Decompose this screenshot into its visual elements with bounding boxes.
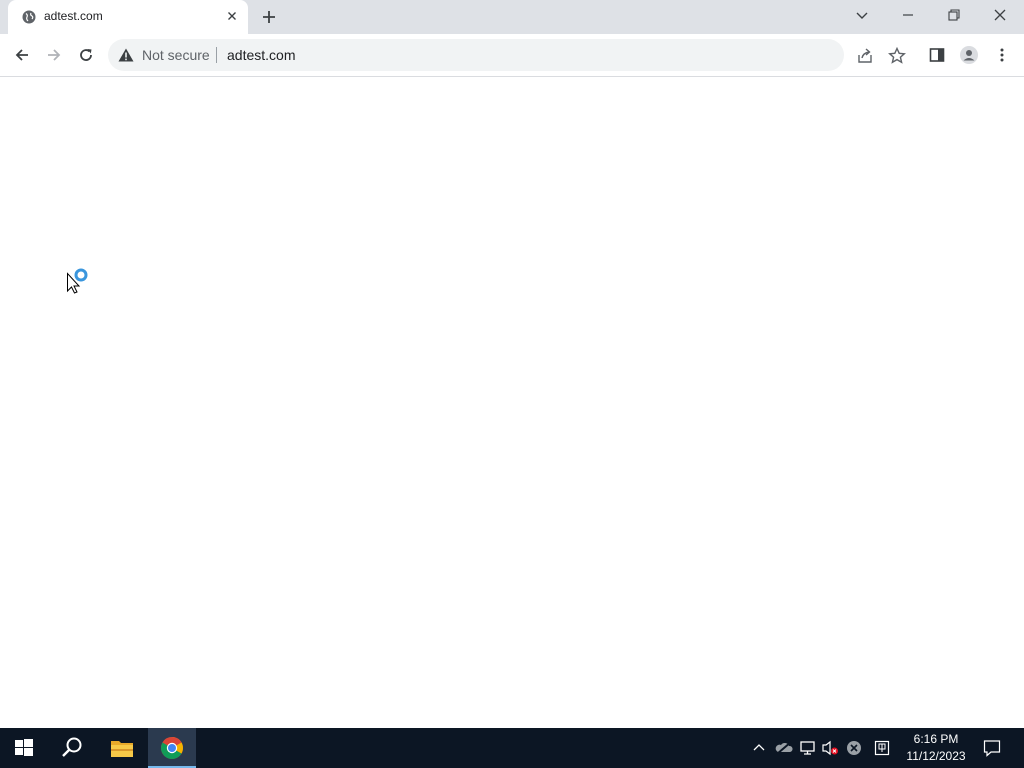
- profile-button[interactable]: [956, 42, 982, 68]
- more-vertical-icon: [1000, 48, 1004, 62]
- close-icon: [228, 12, 236, 20]
- page-content[interactable]: [0, 77, 1024, 728]
- side-panel-button[interactable]: [924, 42, 950, 68]
- bookmark-button[interactable]: [888, 46, 906, 65]
- search-button[interactable]: [48, 728, 96, 768]
- share-icon: [858, 48, 872, 63]
- notification-icon[interactable]: [983, 739, 1001, 757]
- address-bar[interactable]: Not secure adtest.com: [108, 39, 906, 71]
- tab-title: adtest.com: [44, 9, 103, 23]
- browser-tab[interactable]: adtest.com: [8, 0, 248, 34]
- star-icon: [888, 46, 906, 64]
- browser-toolbar: Not secure adtest.com: [0, 34, 1024, 77]
- busy-cursor-icon: [67, 268, 88, 294]
- input-indicator-icon[interactable]: [874, 740, 890, 756]
- clock-date: 11/12/2023: [906, 749, 966, 763]
- close-icon: [994, 9, 1006, 21]
- chrome-icon: [161, 737, 183, 759]
- network-icon[interactable]: [799, 740, 817, 756]
- globe-icon: [22, 10, 36, 24]
- volume-muted-icon[interactable]: [821, 740, 839, 756]
- forward-button[interactable]: [41, 42, 67, 68]
- reload-button[interactable]: [73, 42, 99, 68]
- restore-icon: [948, 9, 960, 21]
- tab-close-button[interactable]: [224, 8, 240, 24]
- url-text[interactable]: adtest.com: [227, 47, 295, 63]
- back-button[interactable]: [9, 42, 35, 68]
- menu-button[interactable]: [989, 42, 1015, 68]
- arrow-right-icon: [48, 49, 61, 61]
- chevron-down-icon: [856, 12, 868, 19]
- restore-button[interactable]: [932, 0, 978, 30]
- side-panel-icon: [929, 48, 945, 62]
- close-window-button[interactable]: [978, 0, 1024, 30]
- arrow-left-icon: [15, 49, 28, 61]
- chevron-up-icon[interactable]: [752, 740, 766, 754]
- share-button[interactable]: [856, 47, 874, 65]
- onedrive-offline-icon[interactable]: [775, 740, 793, 756]
- chrome-taskbar-button[interactable]: [148, 728, 196, 768]
- tab-search-button[interactable]: [840, 0, 886, 30]
- windows-logo-icon: [15, 739, 33, 756]
- taskbar: 6:16 PM 11/12/2023: [0, 728, 1024, 768]
- clock-time: 6:16 PM: [913, 732, 959, 746]
- minimize-icon: [903, 14, 913, 16]
- security-status-label[interactable]: Not secure: [142, 47, 210, 63]
- omnibox-divider: [216, 47, 217, 63]
- search-icon: [62, 737, 82, 757]
- taskbar-clock[interactable]: 6:16 PM 11/12/2023: [900, 731, 972, 765]
- tab-strip: adtest.com: [0, 0, 1024, 34]
- minimize-button[interactable]: [886, 0, 932, 30]
- status-x-icon[interactable]: [846, 740, 862, 756]
- file-explorer-button[interactable]: [98, 728, 146, 768]
- reload-icon: [80, 49, 92, 61]
- folder-icon: [111, 741, 133, 757]
- start-button[interactable]: [0, 728, 48, 768]
- plus-icon: [263, 11, 275, 23]
- warning-icon: [118, 48, 134, 62]
- new-tab-button[interactable]: [258, 6, 280, 28]
- profile-avatar-icon: [960, 46, 978, 64]
